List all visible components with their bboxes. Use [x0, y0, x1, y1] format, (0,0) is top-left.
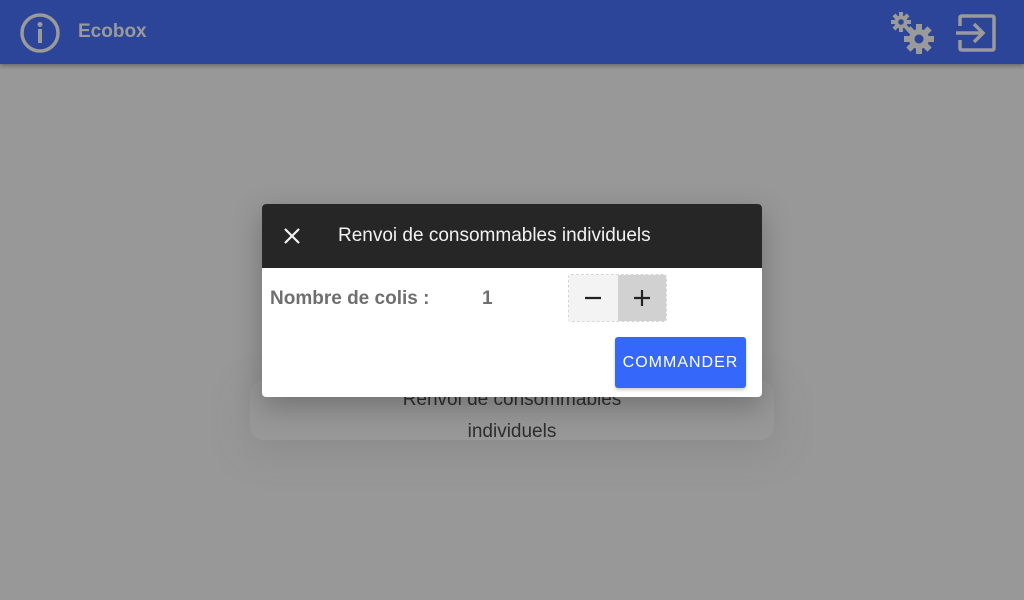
dialog-title: Renvoi de consommables individuels	[338, 225, 651, 246]
order-button[interactable]: COMMANDER	[615, 337, 746, 388]
app-title: Ecobox	[78, 21, 147, 42]
plus-icon	[633, 290, 650, 306]
decrement-button[interactable]	[569, 275, 618, 321]
gears-icon[interactable]	[889, 10, 937, 56]
quantity-label: Nombre de colis :	[270, 288, 430, 309]
background-card-line-2: individuels	[467, 421, 557, 442]
order-dialog: Renvoi de consommables individuels Nombr…	[262, 204, 762, 397]
quantity-value: 1	[482, 288, 493, 309]
minus-icon	[585, 296, 602, 300]
increment-button[interactable]	[617, 275, 666, 321]
app-bar: Ecobox	[0, 0, 1024, 64]
logout-icon[interactable]	[954, 12, 998, 54]
info-icon[interactable]	[19, 12, 61, 54]
quantity-stepper	[568, 274, 667, 322]
close-icon[interactable]	[280, 224, 304, 248]
dialog-header: Renvoi de consommables individuels	[262, 204, 762, 268]
quantity-row: Nombre de colis : 1	[262, 274, 762, 322]
